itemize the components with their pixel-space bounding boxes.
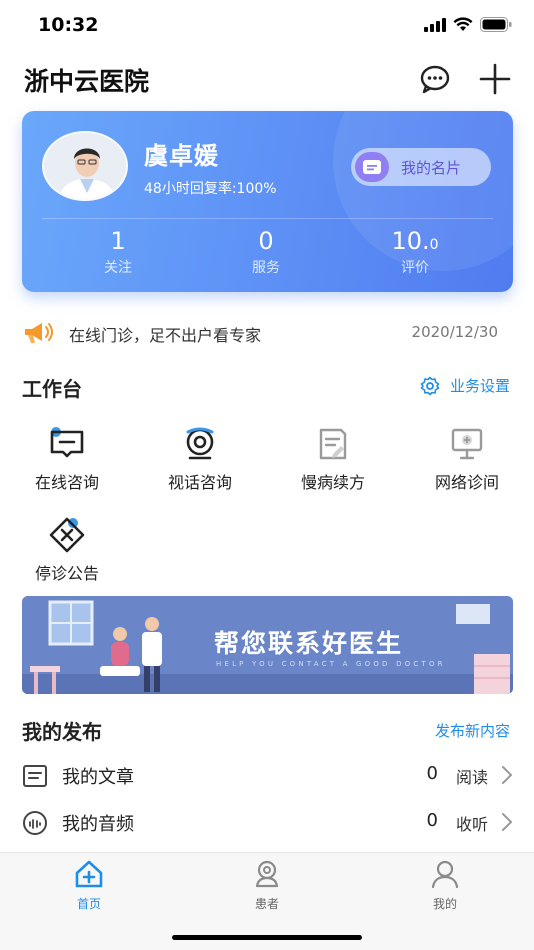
reply-rate: 48小时回复率:100% bbox=[144, 181, 277, 197]
list-item-audio[interactable]: 我的音频 0 收听 bbox=[22, 802, 514, 842]
business-settings-label: 业务设置 bbox=[449, 377, 510, 395]
header: 浙中云医院 bbox=[0, 54, 534, 104]
stat-label: 关注 bbox=[104, 260, 132, 276]
stat-service[interactable]: 0 服务 bbox=[206, 227, 326, 277]
publish-new-link[interactable]: 发布新内容 bbox=[435, 720, 510, 741]
list-item-label: 我的音频 bbox=[62, 814, 134, 835]
tab-mine[interactable]: 我的 bbox=[400, 859, 490, 912]
add-icon[interactable] bbox=[478, 62, 512, 96]
stat-value: 1 bbox=[110, 227, 126, 255]
notice-bar[interactable]: 在线门诊，足不出户看专家 2020/12/30 bbox=[22, 318, 502, 348]
home-indicator bbox=[172, 935, 362, 940]
webcam-icon bbox=[180, 424, 220, 464]
stat-label: 评价 bbox=[401, 260, 429, 276]
message-icon[interactable] bbox=[418, 62, 452, 96]
list-item-count: 0 bbox=[426, 763, 438, 784]
tool-network-clinic[interactable]: 网络诊间 bbox=[417, 424, 517, 493]
tool-label: 慢病续方 bbox=[300, 473, 365, 492]
publish-title: 我的发布 bbox=[22, 720, 102, 744]
list-item-articles[interactable]: 我的文章 0 阅读 bbox=[22, 755, 514, 795]
stat-value: 0 bbox=[258, 227, 274, 255]
stat-rating[interactable]: 10.0 评价 bbox=[355, 227, 475, 277]
tool-label: 网络诊间 bbox=[434, 473, 499, 492]
audio-icon bbox=[23, 811, 47, 835]
tool-label: 视话咨询 bbox=[167, 473, 232, 492]
notice-date: 2020/12/30 bbox=[411, 323, 498, 341]
business-settings-link[interactable]: 业务设置 bbox=[420, 375, 510, 396]
tool-suspension-notice[interactable]: 停诊公告 bbox=[17, 515, 117, 584]
profile-card: 虞卓媛 48小时回复率:100% 我的名片 1 关注 0 服务 10.0 评价 bbox=[22, 111, 513, 292]
chevron-right-icon bbox=[502, 766, 512, 784]
list-item-label: 我的文章 bbox=[62, 767, 134, 788]
promo-banner[interactable]: 帮您联系好医生 HELP YOU CONTACT A GOOD DOCTOR bbox=[22, 596, 513, 694]
banner-subtitle: HELP YOU CONTACT A GOOD DOCTOR bbox=[216, 660, 446, 668]
tool-label: 在线咨询 bbox=[34, 473, 99, 492]
page-title: 浙中云医院 bbox=[24, 67, 150, 96]
tab-label: 我的 bbox=[432, 897, 457, 911]
status-time: 10:32 bbox=[38, 14, 99, 36]
wifi-icon bbox=[453, 17, 473, 31]
stat-label: 服务 bbox=[252, 260, 280, 276]
status-bar: 10:32 bbox=[0, 0, 534, 54]
list-item-unit: 阅读 bbox=[455, 768, 488, 787]
workbench-title: 工作台 bbox=[22, 377, 82, 401]
status-icons bbox=[424, 17, 512, 32]
tool-chronic-prescription[interactable]: 慢病续方 bbox=[283, 424, 383, 493]
stat-follow[interactable]: 1 关注 bbox=[58, 227, 178, 277]
tool-online-consult[interactable]: 在线咨询 bbox=[17, 424, 117, 493]
card-icon bbox=[355, 152, 389, 182]
megaphone-icon bbox=[25, 323, 53, 343]
avatar[interactable] bbox=[42, 131, 128, 201]
patient-icon bbox=[255, 860, 279, 888]
divider bbox=[42, 218, 493, 219]
list-item-count: 0 bbox=[426, 810, 438, 831]
notice-text: 在线门诊，足不出户看专家 bbox=[69, 326, 262, 345]
signal-icon bbox=[424, 17, 446, 32]
user-icon bbox=[431, 860, 459, 889]
tool-label: 停诊公告 bbox=[34, 564, 99, 583]
tab-label: 首页 bbox=[76, 897, 101, 911]
doctor-name: 虞卓媛 bbox=[144, 142, 219, 170]
tab-patients[interactable]: 患者 bbox=[222, 859, 312, 912]
home-icon bbox=[75, 860, 103, 888]
tab-label: 患者 bbox=[254, 897, 279, 911]
battery-icon bbox=[480, 17, 512, 32]
tool-video-consult[interactable]: 视话咨询 bbox=[150, 424, 250, 493]
prescription-icon bbox=[313, 424, 353, 464]
banner-title: 帮您联系好医生 bbox=[214, 629, 404, 658]
tab-home[interactable]: 首页 bbox=[44, 859, 134, 912]
cancel-badge-icon bbox=[47, 515, 87, 555]
gear-icon bbox=[420, 376, 440, 395]
my-card-label: 我的名片 bbox=[401, 158, 462, 177]
article-icon bbox=[23, 765, 47, 787]
stat-value: 10.0 bbox=[391, 227, 439, 255]
my-card-button[interactable]: 我的名片 bbox=[351, 148, 491, 186]
monitor-icon bbox=[447, 424, 487, 464]
chevron-right-icon bbox=[502, 813, 512, 831]
chat-box-icon bbox=[47, 424, 87, 464]
list-item-unit: 收听 bbox=[455, 815, 488, 834]
